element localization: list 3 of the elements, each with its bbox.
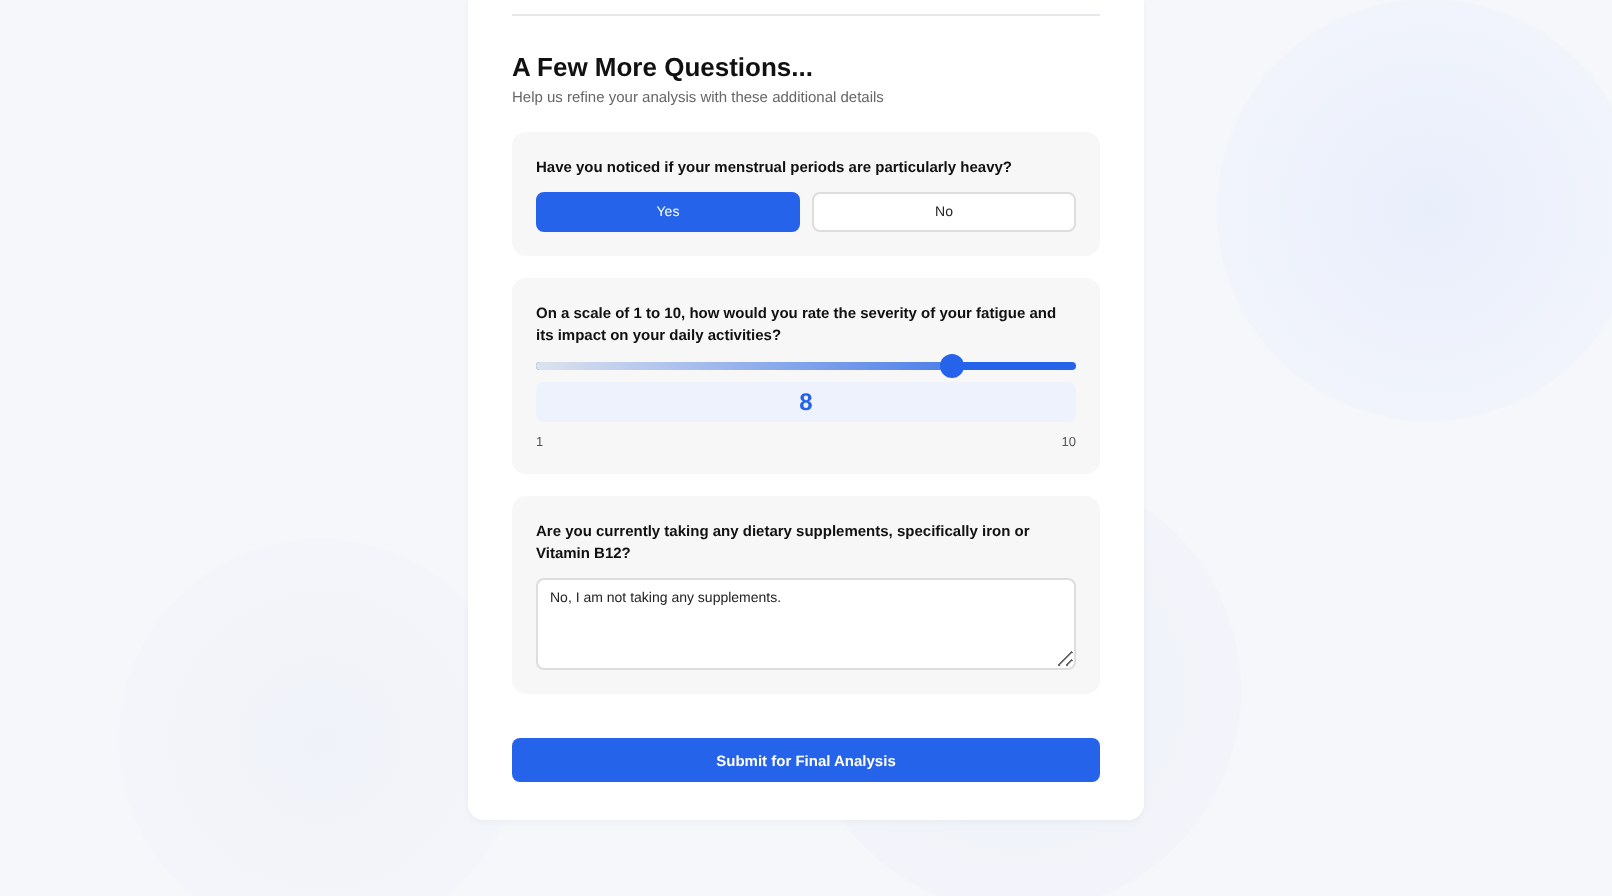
slider-value: 8 <box>536 382 1076 422</box>
slider-thumb[interactable] <box>939 354 964 378</box>
section-title: A Few More Questions... <box>512 54 815 82</box>
